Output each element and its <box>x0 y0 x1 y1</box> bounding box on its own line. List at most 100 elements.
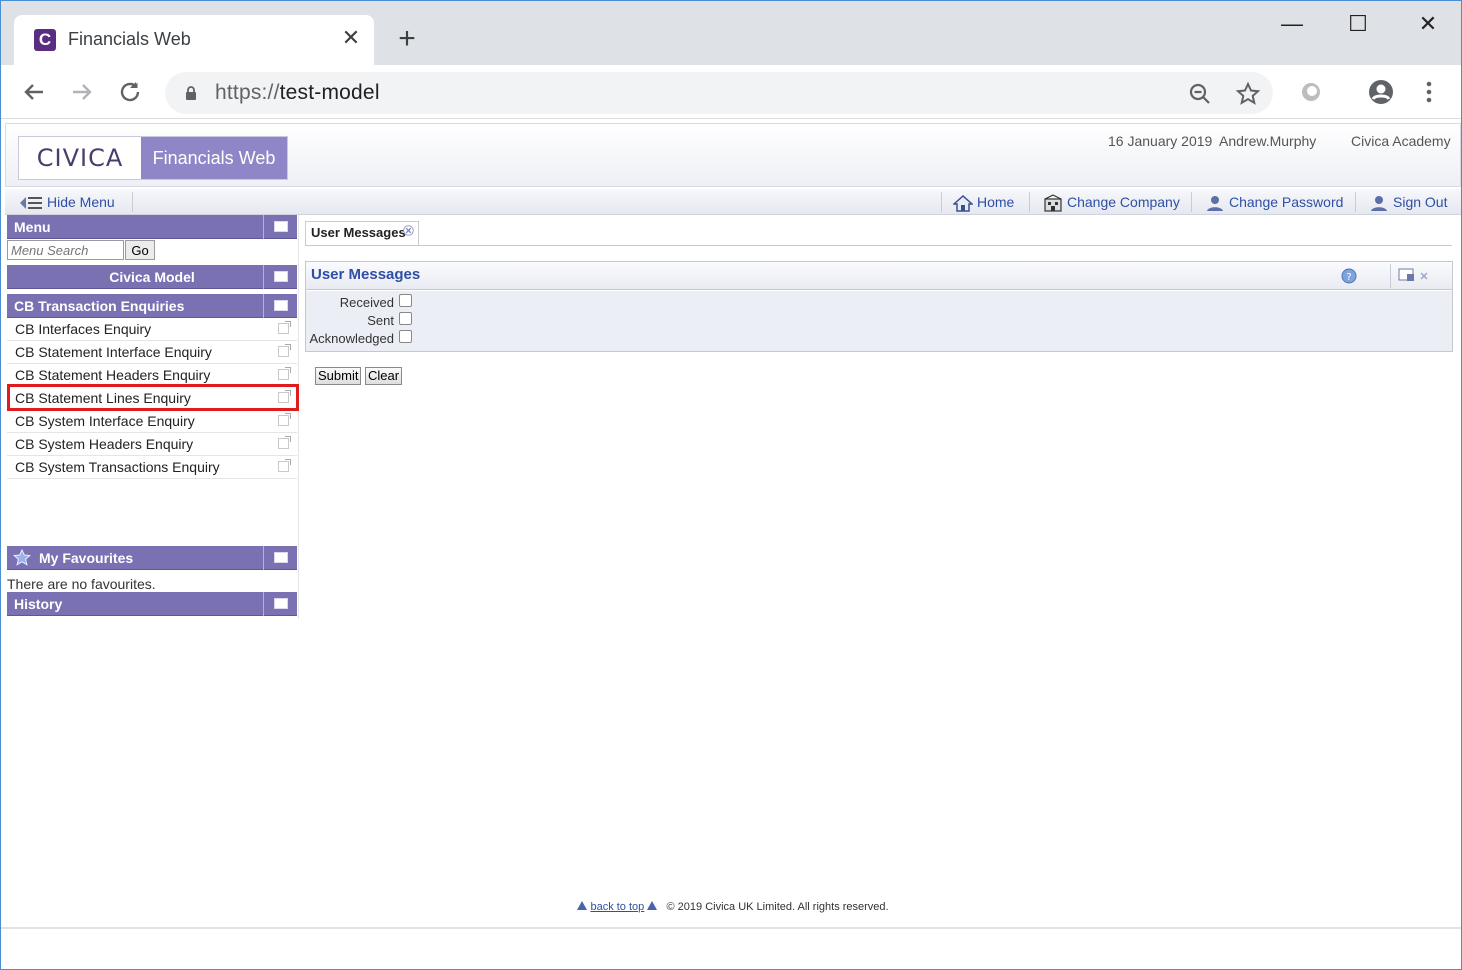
left-navigation: Menu Go Civica Model CB Transaction Enqu… <box>7 215 299 619</box>
window-close-button[interactable]: ✕ <box>1405 7 1451 41</box>
model-panel-header[interactable]: Civica Model <box>7 265 297 289</box>
tab-strip: C Financials Web ✕ + — ☐ ✕ <box>1 1 1461 67</box>
favourites-panel-header[interactable]: My Favourites <box>7 546 297 570</box>
menubar-separator <box>1355 192 1356 212</box>
zoom-icon[interactable] <box>1187 81 1213 107</box>
nav-item-label: CB System Transactions Enquiry <box>15 459 220 475</box>
copyright-text: © 2019 Civica UK Limited. All rights res… <box>666 901 889 913</box>
user-key-icon <box>1207 196 1223 212</box>
nav-item-cb-interfaces-enquiry[interactable]: CB Interfaces Enquiry <box>7 318 297 341</box>
more-menu-icon[interactable] <box>1415 78 1443 106</box>
web-page: CIVICA Financials Web 16 January 2019 An… <box>5 123 1461 927</box>
menu-panel-title: Menu <box>14 219 51 235</box>
history-panel-title: History <box>14 596 63 612</box>
panel-toggle-icon[interactable] <box>263 265 297 289</box>
change-company-link[interactable]: Change Company <box>1043 189 1180 215</box>
profile-icon[interactable] <box>1367 78 1395 106</box>
current-date: 16 January 2019 <box>1108 133 1213 149</box>
browser-tab[interactable]: C Financials Web ✕ <box>14 15 374 67</box>
nav-item-label: CB System Headers Enquiry <box>15 436 194 452</box>
tab-underline <box>305 245 1452 246</box>
civica-favicon-icon: C <box>34 29 56 51</box>
section-panel-header[interactable]: CB Transaction Enquiries <box>7 294 297 318</box>
sign-out-link[interactable]: Sign Out <box>1369 189 1447 215</box>
filter-acknowledged-checkbox[interactable] <box>399 330 412 343</box>
current-company: Civica Academy <box>1351 133 1451 149</box>
section-up-icon[interactable] <box>263 294 297 318</box>
back-arrow-icon[interactable] <box>19 77 49 107</box>
sign-out-label: Sign Out <box>1393 194 1448 210</box>
new-tab-button[interactable]: + <box>393 24 421 54</box>
home-label: Home <box>977 194 1015 210</box>
filter-acknowledged-label: Acknowledged <box>309 331 394 346</box>
open-window-icon[interactable] <box>278 436 291 449</box>
menu-panel-header: Menu <box>7 215 297 239</box>
submit-button[interactable]: Submit <box>315 367 362 385</box>
maximize-button[interactable]: ☐ <box>1335 7 1381 41</box>
main-content: User Messages User Messages ? Received S… <box>305 219 1455 819</box>
header-separator <box>1390 264 1391 288</box>
panel-toggle-icon[interactable] <box>263 215 297 239</box>
up-triangle-icon <box>577 901 588 910</box>
building-icon <box>1044 194 1062 212</box>
user-messages-panel: User Messages ? Received Sent Acknowledg… <box>305 261 1453 352</box>
change-password-label: Change Password <box>1229 194 1344 210</box>
filter-received-checkbox[interactable] <box>399 294 412 307</box>
open-window-icon[interactable] <box>278 321 291 334</box>
panel-toggle-icon[interactable] <box>263 546 297 570</box>
close-icon[interactable] <box>403 225 414 236</box>
lock-icon <box>186 86 196 100</box>
clear-button[interactable]: Clear <box>365 367 403 385</box>
tab-user-messages[interactable]: User Messages <box>305 221 419 245</box>
open-window-icon[interactable] <box>278 459 291 472</box>
user-signout-icon <box>1371 196 1387 212</box>
svg-text:?: ? <box>1346 272 1351 283</box>
minimize-button[interactable]: — <box>1269 7 1315 41</box>
tab-title: Financials Web <box>68 29 191 49</box>
home-link[interactable]: Home <box>953 189 1014 215</box>
app-logo: CIVICA Financials Web <box>18 136 288 180</box>
back-to-top-link[interactable]: back to top <box>590 901 644 913</box>
no-favourites-text: There are no favourites. <box>7 576 156 592</box>
address-bar[interactable]: https://test-model <box>165 72 1273 114</box>
help-icon[interactable]: ? <box>1341 268 1357 284</box>
nav-item-cb-statement-interface-enquiry[interactable]: CB Statement Interface Enquiry <box>7 341 297 364</box>
tab-close-icon[interactable]: ✕ <box>340 27 362 49</box>
browser-window: C Financials Web ✕ + — ☐ ✕ https://test-… <box>0 0 1462 970</box>
forward-arrow-icon[interactable] <box>67 77 97 107</box>
url-host: test-model <box>279 81 380 104</box>
status-bar <box>1 927 1461 929</box>
open-window-icon[interactable] <box>278 344 291 357</box>
star-icon[interactable] <box>1235 81 1261 107</box>
open-window-icon[interactable] <box>278 367 291 380</box>
current-user: Andrew.Murphy <box>1219 133 1317 149</box>
hide-menu-button[interactable]: Hide Menu <box>19 189 115 215</box>
nav-item-cb-system-headers-enquiry[interactable]: CB System Headers Enquiry <box>7 433 297 456</box>
hide-menu-icon <box>20 197 42 210</box>
window-controls-icon[interactable] <box>1398 266 1432 284</box>
menu-search-go-button[interactable]: Go <box>125 240 155 260</box>
user-messages-header: User Messages ? <box>306 262 1452 290</box>
home-icon <box>953 195 973 213</box>
nav-item-label: CB Statement Headers Enquiry <box>15 367 211 383</box>
filter-sent-checkbox[interactable] <box>399 312 412 325</box>
extension-icon[interactable] <box>1297 78 1325 106</box>
browser-toolbar: https://test-model <box>1 65 1461 119</box>
history-panel-header[interactable]: History <box>7 592 297 616</box>
menubar-separator <box>941 192 942 212</box>
panel-toggle-icon[interactable] <box>263 592 297 616</box>
open-window-icon[interactable] <box>278 413 291 426</box>
nav-item-cb-system-interface-enquiry[interactable]: CB System Interface Enquiry <box>7 410 297 433</box>
hide-menu-label: Hide Menu <box>47 194 115 210</box>
favourites-panel-title: My Favourites <box>39 550 134 566</box>
change-password-link[interactable]: Change Password <box>1205 189 1343 215</box>
app-menubar: Hide Menu Home Change Company Change Pas… <box>5 189 1461 215</box>
nav-item-label: CB Statement Interface Enquiry <box>15 344 212 360</box>
menubar-separator <box>1029 192 1030 212</box>
menu-search-input[interactable] <box>7 240 124 260</box>
reload-icon[interactable] <box>115 77 145 107</box>
section-panel-title: CB Transaction Enquiries <box>14 298 185 314</box>
user-messages-filters: Received Sent Acknowledged <box>306 291 1452 351</box>
nav-item-cb-system-transactions-enquiry[interactable]: CB System Transactions Enquiry <box>7 456 297 479</box>
tab-label: User Messages <box>311 225 406 240</box>
